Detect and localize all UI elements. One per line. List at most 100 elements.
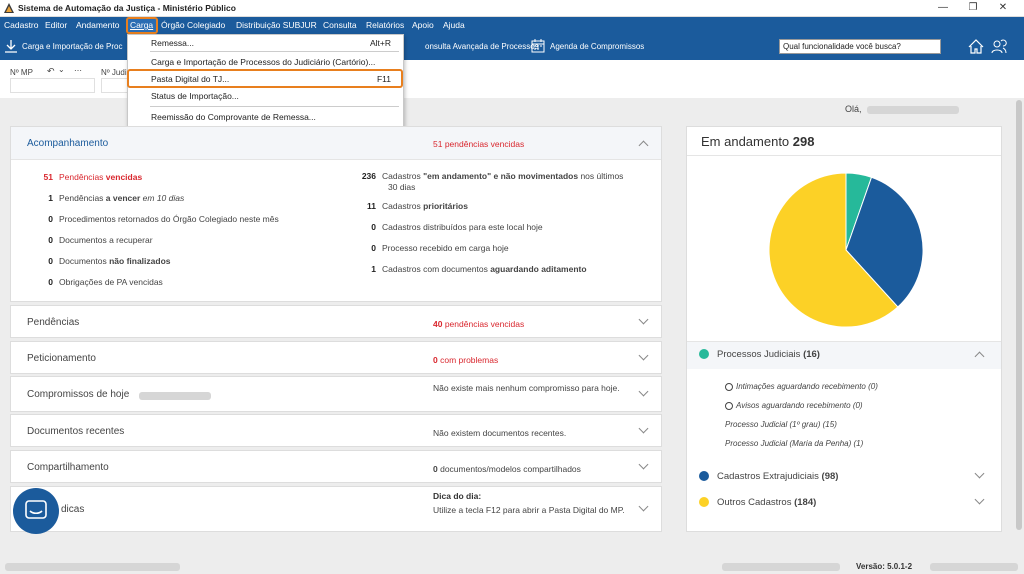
menu-distribuicao[interactable]: Distribuição SUBJUR: [236, 20, 317, 30]
chevron-down-icon[interactable]: [638, 459, 649, 470]
processo-subitem[interactable]: Processo Judicial (Maria da Penha) (1): [725, 439, 863, 448]
acompanhamento-title: Acompanhamento: [27, 138, 109, 149]
item-label: Procedimentos retornados do Órgão Colegi…: [59, 214, 279, 224]
section-documentos-recentes[interactable]: Documentos recentes Não existem documento…: [10, 414, 662, 447]
legend-dot: [699, 471, 709, 482]
menu-cadastro[interactable]: Cadastro: [4, 20, 39, 30]
toolbar-carga-importacao[interactable]: Carga e Importação de Proc: [22, 42, 123, 51]
section-summary: Não existem documentos recentes.: [433, 427, 633, 439]
summary-text: com problemas: [437, 355, 499, 365]
section-title: Pendências: [27, 317, 80, 328]
functionality-search-input[interactable]: [779, 39, 941, 54]
item-text: Procedimentos retornados do Órgão Colegi…: [59, 214, 279, 224]
legend-cadastros-extrajudiciais[interactable]: Cadastros Extrajudiciais (98): [699, 471, 838, 482]
acompanhamento-item[interactable]: 11 Cadastros prioritários: [358, 201, 468, 211]
menu-item-carga-importacao[interactable]: Carga e Importação de Processos do Judic…: [151, 57, 375, 67]
acompanhamento-item[interactable]: 0 Cadastros distribuídos para este local …: [358, 222, 543, 232]
acompanhamento-item[interactable]: 1 Pendências a vencer em 10 dias: [35, 193, 184, 203]
title-bar: Sistema de Automação da Justiça - Minist…: [0, 0, 1024, 17]
item-text: Cadastros com documentos: [382, 264, 491, 274]
item-label: Documentos a recuperar: [59, 235, 153, 245]
mp-number-field[interactable]: [10, 78, 95, 93]
item-count: 0: [48, 277, 53, 287]
clock-icon: [725, 382, 733, 391]
users-icon[interactable]: [991, 39, 1007, 54]
menu-editor[interactable]: Editor: [45, 20, 67, 30]
item-bold-text: a vencer: [105, 193, 141, 203]
item-suffix: nos últimos: [578, 171, 624, 181]
acompanhamento-item[interactable]: 1 Cadastros com documentos aguardando adi…: [358, 264, 586, 274]
toolbar-consulta-avancada[interactable]: onsulta Avançada de Processos: [425, 42, 539, 51]
menu-item-reemissao[interactable]: Reemissão do Comprovante de Remessa...: [151, 112, 316, 122]
undo-icon[interactable]: ↶: [47, 66, 55, 77]
menu-andamento[interactable]: Andamento: [76, 20, 119, 30]
section-title: Peticionamento: [27, 353, 96, 364]
section-title: Compromissos de hoje: [27, 389, 130, 400]
legend-processos-judiciais[interactable]: Processos Judiciais (16): [699, 349, 820, 360]
home-icon[interactable]: [968, 39, 984, 54]
legend-outros-cadastros[interactable]: Outros Cadastros (184): [699, 497, 816, 508]
chat-button[interactable]: [13, 488, 59, 534]
minimize-button[interactable]: —: [928, 0, 958, 16]
item-label: Obrigações de PA vencidas: [59, 277, 163, 287]
chevron-down-icon[interactable]: [638, 314, 649, 325]
processo-subitem[interactable]: Intimações aguardando recebimento (0): [725, 382, 878, 391]
summary-text: documentos/modelos compartilhados: [437, 464, 581, 474]
item-text: Pendências: [59, 172, 106, 182]
legend-count: (184): [794, 497, 817, 508]
menu-consulta[interactable]: Consulta: [323, 20, 357, 30]
acompanhamento-item[interactable]: 0 Documentos a recuperar: [35, 235, 153, 245]
item-count: 0: [48, 214, 53, 224]
chevron-down-icon[interactable]: [638, 501, 649, 512]
section-dicas[interactable]: dicas Dica do dia: Utilize a tecla F12 par…: [10, 486, 662, 532]
item-count: 11: [367, 201, 376, 211]
processo-subitem[interactable]: Processo Judicial (1º grau) (15): [725, 420, 837, 429]
section-pend-ncias[interactable]: Pendências 40 pendências vencidas: [10, 305, 662, 338]
menu-orgao-colegiado[interactable]: Órgão Colegiado: [161, 20, 225, 30]
section-compromissos-de-hoje[interactable]: Compromissos de hoje Não existe mais nenh…: [10, 376, 662, 412]
acompanhamento-header[interactable]: [11, 127, 661, 160]
subitem-label: Processo Judicial (1º grau) (15): [725, 420, 837, 429]
legend-label: Processos Judiciais: [717, 349, 804, 360]
item-label: Processo recebido em carga hoje: [382, 243, 509, 253]
menu-carga[interactable]: Carga: [130, 20, 153, 30]
processo-subitem[interactable]: Avisos aguardando recebimento (0): [725, 401, 863, 410]
chevron-down-icon[interactable]: ⌄: [58, 65, 65, 74]
menu-ajuda[interactable]: Ajuda: [443, 20, 465, 30]
acompanhamento-panel: Acompanhamento 51 pendências vencidas 51…: [10, 126, 662, 302]
chevron-down-icon[interactable]: [974, 468, 985, 479]
acompanhamento-item[interactable]: 236 Cadastros "em andamento" e não movime…: [358, 171, 624, 181]
vertical-scrollbar[interactable]: [1016, 100, 1022, 530]
window-title: Sistema de Automação da Justiça - Minist…: [18, 3, 236, 13]
more-icon[interactable]: ⋯: [74, 66, 82, 75]
chevron-down-icon[interactable]: [638, 386, 649, 397]
section-compartilhamento[interactable]: Compartilhamento 0 documentos/modelos com…: [10, 450, 662, 483]
chevron-down-icon[interactable]: [974, 494, 985, 505]
toolbar-agenda[interactable]: Agenda de Compromissos: [550, 42, 644, 51]
menu-relatorios[interactable]: Relatórios: [366, 20, 404, 30]
legend-count: (16): [803, 349, 820, 360]
chat-icon: [25, 500, 47, 519]
item-count: 0: [48, 235, 53, 245]
chevron-down-icon[interactable]: [638, 423, 649, 434]
acompanhamento-item[interactable]: 0 Documentos não finalizados: [35, 256, 170, 266]
acompanhamento-item[interactable]: 0 Procedimentos retornados do Órgão Coleg…: [35, 214, 279, 224]
menu-item-remessa[interactable]: Remessa...: [151, 38, 194, 48]
acompanhamento-item[interactable]: 51 Pendências vencidas: [35, 172, 143, 182]
item-text: Obrigações de PA vencidas: [59, 277, 163, 287]
close-button[interactable]: ✕: [988, 0, 1018, 16]
maximize-button[interactable]: ❐: [958, 0, 988, 16]
legend-label: Outros Cadastros: [717, 497, 795, 508]
acompanhamento-summary: 51 pendências vencidas: [433, 139, 525, 149]
menu-item-status-importacao[interactable]: Status de Importação...: [151, 91, 239, 101]
item-label: Cadastros distribuídos para este local h…: [382, 222, 543, 232]
section-peticionamento[interactable]: Peticionamento 0 com problemas: [10, 341, 662, 374]
chevron-down-icon[interactable]: [638, 350, 649, 361]
acompanhamento-item[interactable]: 0 Obrigações de PA vencidas: [35, 277, 163, 287]
item-label: Cadastros prioritários: [382, 201, 468, 211]
menu-apoio[interactable]: Apoio: [412, 20, 434, 30]
subitem-label: Intimações aguardando recebimento (0): [736, 382, 878, 391]
status-bar: Versão: 5.0.1-2: [0, 560, 1024, 574]
summary-text: pendências vencidas: [442, 319, 525, 329]
acompanhamento-item[interactable]: 0 Processo recebido em carga hoje: [358, 243, 509, 253]
